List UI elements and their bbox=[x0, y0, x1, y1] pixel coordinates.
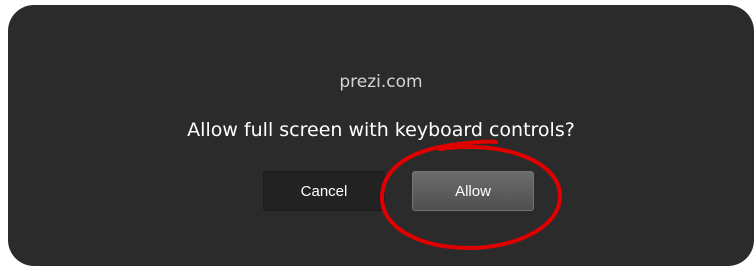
fullscreen-permission-dialog: prezi.com Allow full screen with keyboar… bbox=[8, 5, 754, 266]
site-origin: prezi.com bbox=[339, 72, 423, 92]
allow-button[interactable]: Allow bbox=[412, 171, 534, 211]
permission-question: Allow full screen with keyboard controls… bbox=[187, 119, 575, 141]
cancel-button[interactable]: Cancel bbox=[263, 171, 385, 211]
